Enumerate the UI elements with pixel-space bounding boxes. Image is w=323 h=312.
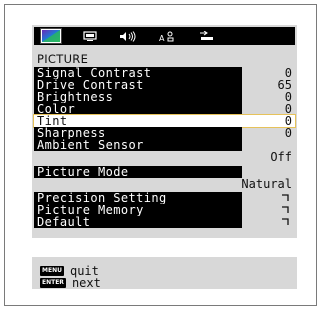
menu-item-color[interactable]: Color 0 <box>34 103 295 115</box>
help-next: ENTER next <box>40 276 101 290</box>
tab-display[interactable] <box>82 28 98 44</box>
menu-item-label: Default <box>34 216 242 228</box>
menu-tab-bar: A <box>34 27 295 45</box>
help-next-text: next <box>71 276 101 290</box>
menu-item-label: Ambient Sensor <box>34 139 242 151</box>
menu-item-label: Picture Mode <box>34 166 242 178</box>
input-icon <box>200 30 213 40</box>
display-icon <box>83 30 97 41</box>
setup-icon: A <box>159 31 174 42</box>
section-title: PICTURE <box>37 52 89 66</box>
picture-menu-panel: A PICTURE Signal Contrast 0 Drive Contra… <box>32 25 297 238</box>
picture-icon <box>42 30 60 42</box>
menu-item-ambient-sensor[interactable]: Ambient Sensor Off <box>34 139 295 163</box>
enter-key-icon: ENTER <box>40 278 66 288</box>
menu-item-value: Off <box>270 150 292 164</box>
sound-icon <box>120 30 136 42</box>
menu-item-picture-mode[interactable]: Picture Mode Natural <box>34 166 295 190</box>
tab-input[interactable] <box>198 28 216 44</box>
tab-sound[interactable] <box>118 28 138 44</box>
menu-item-default[interactable]: Default <box>34 216 295 228</box>
tab-setup[interactable]: A <box>158 28 176 44</box>
submenu-arrow-icon <box>280 216 290 228</box>
submenu-arrow-icon <box>280 192 290 204</box>
menu-item-value: 0 <box>284 126 292 140</box>
menu-item-value: Natural <box>241 177 292 191</box>
svg-text:A: A <box>159 34 165 42</box>
help-panel: MENU quit ENTER next <box>32 257 297 290</box>
submenu-arrow-icon <box>280 204 290 216</box>
menu-key-icon: MENU <box>40 266 64 276</box>
tab-picture[interactable] <box>40 28 62 44</box>
